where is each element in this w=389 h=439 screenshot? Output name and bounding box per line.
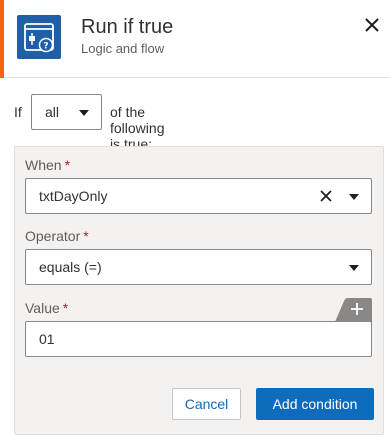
chevron-down-icon [349, 194, 359, 200]
quantifier-select[interactable]: all [31, 94, 102, 130]
operator-select[interactable]: equals (=) [25, 249, 372, 285]
value-label: Value * [25, 300, 69, 316]
required-marker: * [62, 300, 69, 316]
if-label: If [14, 104, 22, 120]
value-text: 01 [39, 331, 55, 347]
svg-text:?: ? [43, 42, 48, 52]
operator-label: Operator * [25, 228, 89, 244]
required-marker: * [83, 228, 89, 244]
operator-value: equals (=) [39, 259, 102, 275]
when-select[interactable]: txtDayOnly [25, 178, 372, 214]
value-input[interactable]: 01 [25, 321, 372, 357]
cancel-button[interactable]: Cancel [172, 388, 241, 420]
condition-icon: ? [17, 15, 61, 59]
page-title: Run if true [81, 16, 174, 38]
add-condition-button[interactable]: Add condition [256, 388, 374, 420]
insert-value-button[interactable] [335, 298, 372, 322]
quantifier-suffix: of the following is true: [110, 104, 165, 152]
page-subtitle: Logic and flow [81, 41, 165, 56]
panel-header: ? Run if true Logic and flow [0, 0, 389, 78]
required-marker: * [64, 157, 71, 173]
accent-bar [0, 0, 4, 78]
when-value: txtDayOnly [39, 188, 108, 204]
close-icon[interactable] [363, 16, 381, 34]
chevron-down-icon [79, 110, 89, 116]
condition-editor: When * txtDayOnly Operator * equals (=) Va… [14, 146, 384, 435]
quantifier-value: all [45, 104, 60, 120]
chevron-down-icon [349, 265, 359, 271]
when-label: When * [25, 157, 71, 173]
clear-icon[interactable] [319, 189, 333, 203]
